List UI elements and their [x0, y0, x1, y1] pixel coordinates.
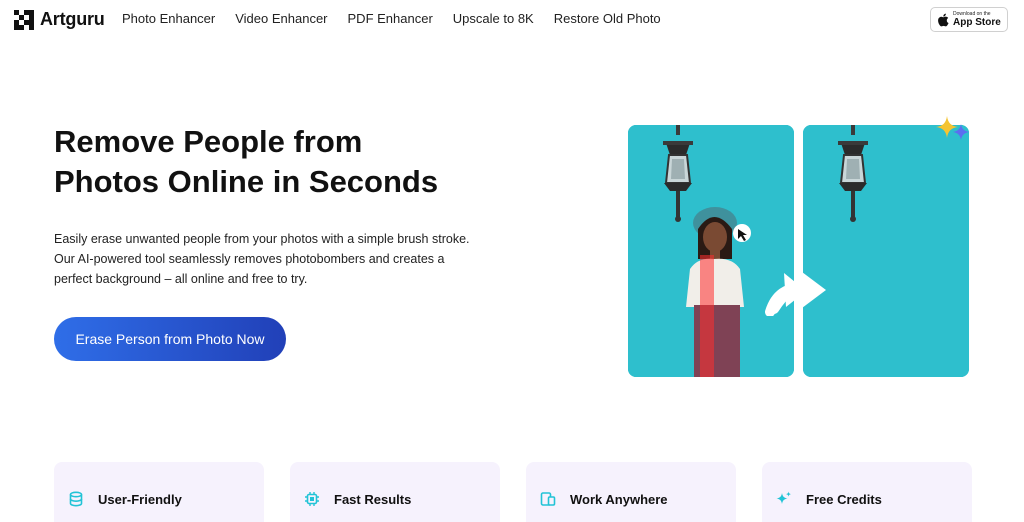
after-image [803, 125, 969, 377]
app-store-badge[interactable]: Download on the App Store [930, 7, 1008, 32]
feature-card-free-credits: Free Credits [762, 462, 972, 522]
feature-card-fast-results: Fast Results [290, 462, 500, 522]
feature-label: Free Credits [806, 491, 882, 507]
brand-name: Artguru [40, 9, 105, 29]
feature-card-user-friendly: User-Friendly [54, 462, 264, 522]
page-title: Remove People from Photos Online in Seco… [54, 122, 534, 202]
nav-photo-enhancer[interactable]: Photo Enhancer [122, 11, 215, 26]
erase-person-button[interactable]: Erase Person from Photo Now [54, 317, 286, 361]
database-icon [69, 491, 83, 507]
transform-arrow-icon [765, 272, 826, 316]
sparkle-icon [936, 116, 969, 140]
brand-logo[interactable]: Artguru [14, 9, 105, 30]
devices-icon [540, 492, 556, 506]
hero-description-line-2: Our AI-powered tool seamlessly removes p… [54, 252, 445, 266]
logo-icon [14, 9, 34, 30]
feature-card-work-anywhere: Work Anywhere [526, 462, 736, 522]
hero-description-line-1: Easily erase unwanted people from your p… [54, 232, 470, 246]
page-title-line-1: Remove People from [54, 124, 363, 159]
apple-icon [938, 13, 949, 26]
before-image [628, 125, 794, 377]
app-store-caption: Download on the [953, 10, 991, 17]
feature-label: Work Anywhere [570, 491, 668, 507]
nav-upscale-8k[interactable]: Upscale to 8K [453, 11, 534, 26]
before-photo-illustration [628, 125, 794, 377]
nav-pdf-enhancer[interactable]: PDF Enhancer [348, 11, 433, 26]
top-navigation-bar: Artguru Photo Enhancer Video Enhancer PD… [0, 0, 1024, 40]
page-title-line-2: Photos Online in Seconds [54, 164, 439, 199]
sparkles-icon [776, 491, 792, 504]
hero-description-line-3: perfect background – all online and free… [54, 272, 308, 286]
nav-restore-old-photo[interactable]: Restore Old Photo [554, 11, 661, 26]
chip-icon [305, 492, 319, 506]
after-photo-illustration [803, 125, 969, 377]
brush-cursor-graphic [733, 224, 751, 242]
feature-label: User-Friendly [98, 491, 182, 507]
nav-video-enhancer[interactable]: Video Enhancer [235, 11, 327, 26]
app-store-label: App Store [953, 16, 1001, 28]
main-nav: Photo Enhancer Video Enhancer PDF Enhanc… [122, 11, 661, 26]
hero-description: Easily erase unwanted people from your p… [54, 229, 494, 289]
feature-label: Fast Results [334, 491, 412, 507]
